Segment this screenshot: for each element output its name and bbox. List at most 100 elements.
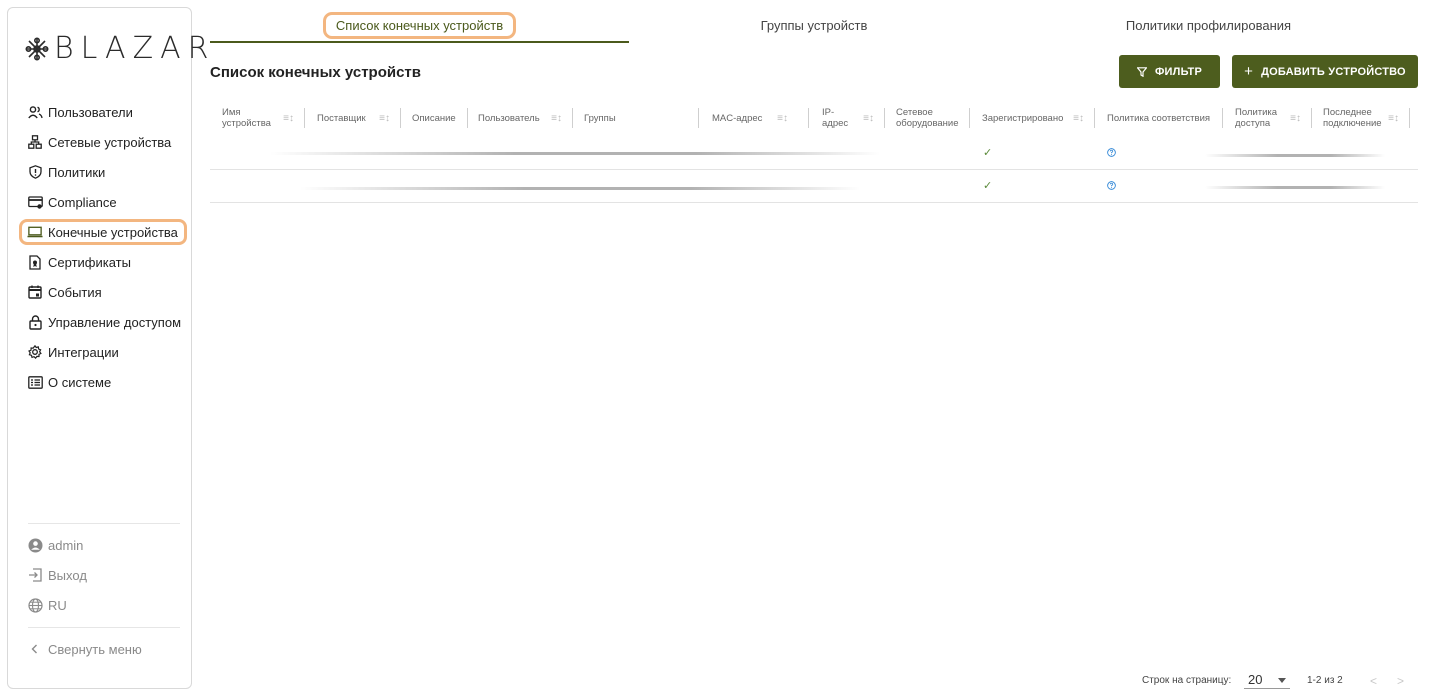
users-icon (27, 104, 43, 120)
column-label: Группы (584, 112, 616, 124)
prev-page-button[interactable]: < (1370, 674, 1377, 688)
question-icon[interactable] (1107, 148, 1116, 157)
sidebar-item-label: Конечные устройства (48, 224, 178, 240)
laptop-icon (27, 224, 43, 240)
sort-icon: ≡↕ (551, 113, 562, 124)
column-header-compliance-policy[interactable]: Политика соответствия (1107, 101, 1222, 135)
tab-label: Список конечных устройств (322, 11, 517, 39)
column-header-user[interactable]: Пользователь ≡↕ (478, 101, 572, 135)
sidebar-item-policies[interactable]: Политики (19, 157, 187, 187)
logout-icon (27, 567, 43, 583)
column-divider (467, 108, 468, 128)
rows-per-page-select[interactable]: 20 (1244, 671, 1290, 689)
sort-icon: ≡↕ (1388, 113, 1399, 124)
calendar-icon (27, 284, 43, 300)
sidebar-item-label: Интеграции (48, 344, 119, 360)
registered-check-icon: ✓ (983, 147, 993, 159)
column-header-access-policy[interactable]: Политика доступа ≡↕ (1235, 101, 1311, 135)
chevron-left-icon (27, 641, 43, 657)
column-header-ip[interactable]: IP-адрес ≡↕ (822, 101, 884, 135)
column-divider (698, 108, 699, 128)
caret-down-icon (1278, 678, 1286, 683)
column-divider (969, 108, 970, 128)
column-header-last-connection[interactable]: Последнее подключение ≡↕ (1323, 101, 1409, 135)
sidebar-item-label: Политики (48, 164, 106, 180)
sidebar-item-network-devices[interactable]: Сетевые устройства (19, 127, 187, 157)
add-device-button[interactable]: + ДОБАВИТЬ УСТРОЙСТВО (1232, 55, 1418, 88)
sort-icon: ≡↕ (379, 113, 390, 124)
sidebar-divider (28, 523, 180, 524)
tab-profiling-policies[interactable]: Политики профилирования (999, 8, 1418, 42)
filter-icon (1136, 66, 1147, 77)
tab-bar: Список конечных устройств Группы устройс… (210, 8, 1418, 44)
sidebar-item-label: Управление доступом (48, 314, 182, 330)
sidebar-item-access-control[interactable]: Управление доступом (19, 307, 187, 337)
column-label: Пользователь (478, 112, 540, 124)
question-icon[interactable] (1107, 181, 1116, 190)
language-selector[interactable]: RU (19, 590, 187, 620)
table-row[interactable]: ✓ (210, 170, 1418, 203)
column-divider (400, 108, 401, 128)
logout-label: Выход (48, 567, 87, 583)
column-label: Сетевое оборудование (896, 107, 959, 129)
column-label: MAC-адрес (712, 112, 763, 124)
sidebar-item-label: О системе (48, 374, 112, 390)
column-header-device-name[interactable]: Имя устройства ≡↕ (222, 101, 304, 135)
column-label: Политика соответствия (1107, 112, 1211, 124)
sidebar-item-compliance[interactable]: Compliance (19, 187, 187, 217)
column-divider (884, 108, 885, 128)
card-check-icon (27, 194, 43, 210)
column-header-mac[interactable]: MAC-адрес ≡↕ (712, 101, 798, 135)
gear-icon (27, 344, 43, 360)
column-label: Зарегистрировано (982, 112, 1064, 124)
column-header-groups[interactable]: Группы (584, 101, 698, 135)
logo-snowflake-icon (25, 37, 49, 61)
sidebar-item-users[interactable]: Пользователи (19, 97, 187, 127)
add-device-button-label: ДОБАВИТЬ УСТРОЙСТВО (1261, 65, 1406, 78)
redacted-content (1205, 154, 1385, 157)
plus-icon: + (1244, 63, 1254, 80)
column-header-description[interactable]: Описание (412, 101, 467, 135)
next-page-button[interactable]: > (1397, 674, 1404, 688)
registered-check-icon: ✓ (983, 180, 993, 192)
lock-icon (27, 314, 43, 330)
column-header-network-equipment[interactable]: Сетевое оборудование (896, 101, 969, 135)
account-icon (27, 537, 43, 553)
sidebar-item-endpoints[interactable]: Конечные устройства (19, 219, 187, 245)
column-divider (1311, 108, 1312, 128)
sidebar-item-label: Сертификаты (48, 254, 131, 270)
redacted-content (1205, 186, 1385, 189)
active-tab-indicator (210, 41, 629, 43)
sort-icon: ≡↕ (1290, 113, 1301, 124)
sidebar-item-events[interactable]: События (19, 277, 187, 307)
column-label: Имя устройства (222, 107, 271, 129)
sidebar-item-label: Сетевые устройства (48, 134, 172, 150)
user-menu[interactable]: admin (19, 530, 187, 560)
sidebar: BLAZAR Пользователи Сетевые устройства П… (7, 7, 209, 689)
logout-button[interactable]: Выход (19, 560, 187, 590)
tab-device-groups[interactable]: Группы устройств (629, 8, 999, 42)
column-header-vendor[interactable]: Поставщик ≡↕ (317, 101, 400, 135)
sidebar-nav: Пользователи Сетевые устройства Политики… (19, 97, 187, 397)
page-title: Список конечных устройств (210, 64, 421, 81)
sort-icon: ≡↕ (283, 113, 294, 124)
collapse-menu-button[interactable]: Свернуть меню (19, 634, 187, 664)
sort-icon: ≡↕ (863, 113, 874, 124)
sidebar-item-integrations[interactable]: Интеграции (19, 337, 187, 367)
column-label: Поставщик (317, 112, 366, 124)
info-box-icon (27, 374, 43, 390)
filter-button[interactable]: ФИЛЬТР (1119, 55, 1220, 88)
column-label: Описание (412, 112, 456, 124)
column-divider (808, 108, 809, 128)
table-row[interactable]: ✓ (210, 137, 1418, 170)
column-header-registered[interactable]: Зарегистрировано ≡↕ (982, 101, 1094, 135)
column-divider (304, 108, 305, 128)
tab-endpoint-list[interactable]: Список конечных устройств (210, 8, 629, 42)
sidebar-item-label: Compliance (48, 194, 117, 210)
tab-label: Политики профилирования (1125, 17, 1292, 33)
sidebar-item-about[interactable]: О системе (19, 367, 187, 397)
sidebar-item-label: События (48, 284, 102, 300)
sidebar-item-certificates[interactable]: Сертификаты (19, 247, 187, 277)
column-divider (572, 108, 573, 128)
sidebar-bottom: admin Выход RU (19, 530, 187, 620)
